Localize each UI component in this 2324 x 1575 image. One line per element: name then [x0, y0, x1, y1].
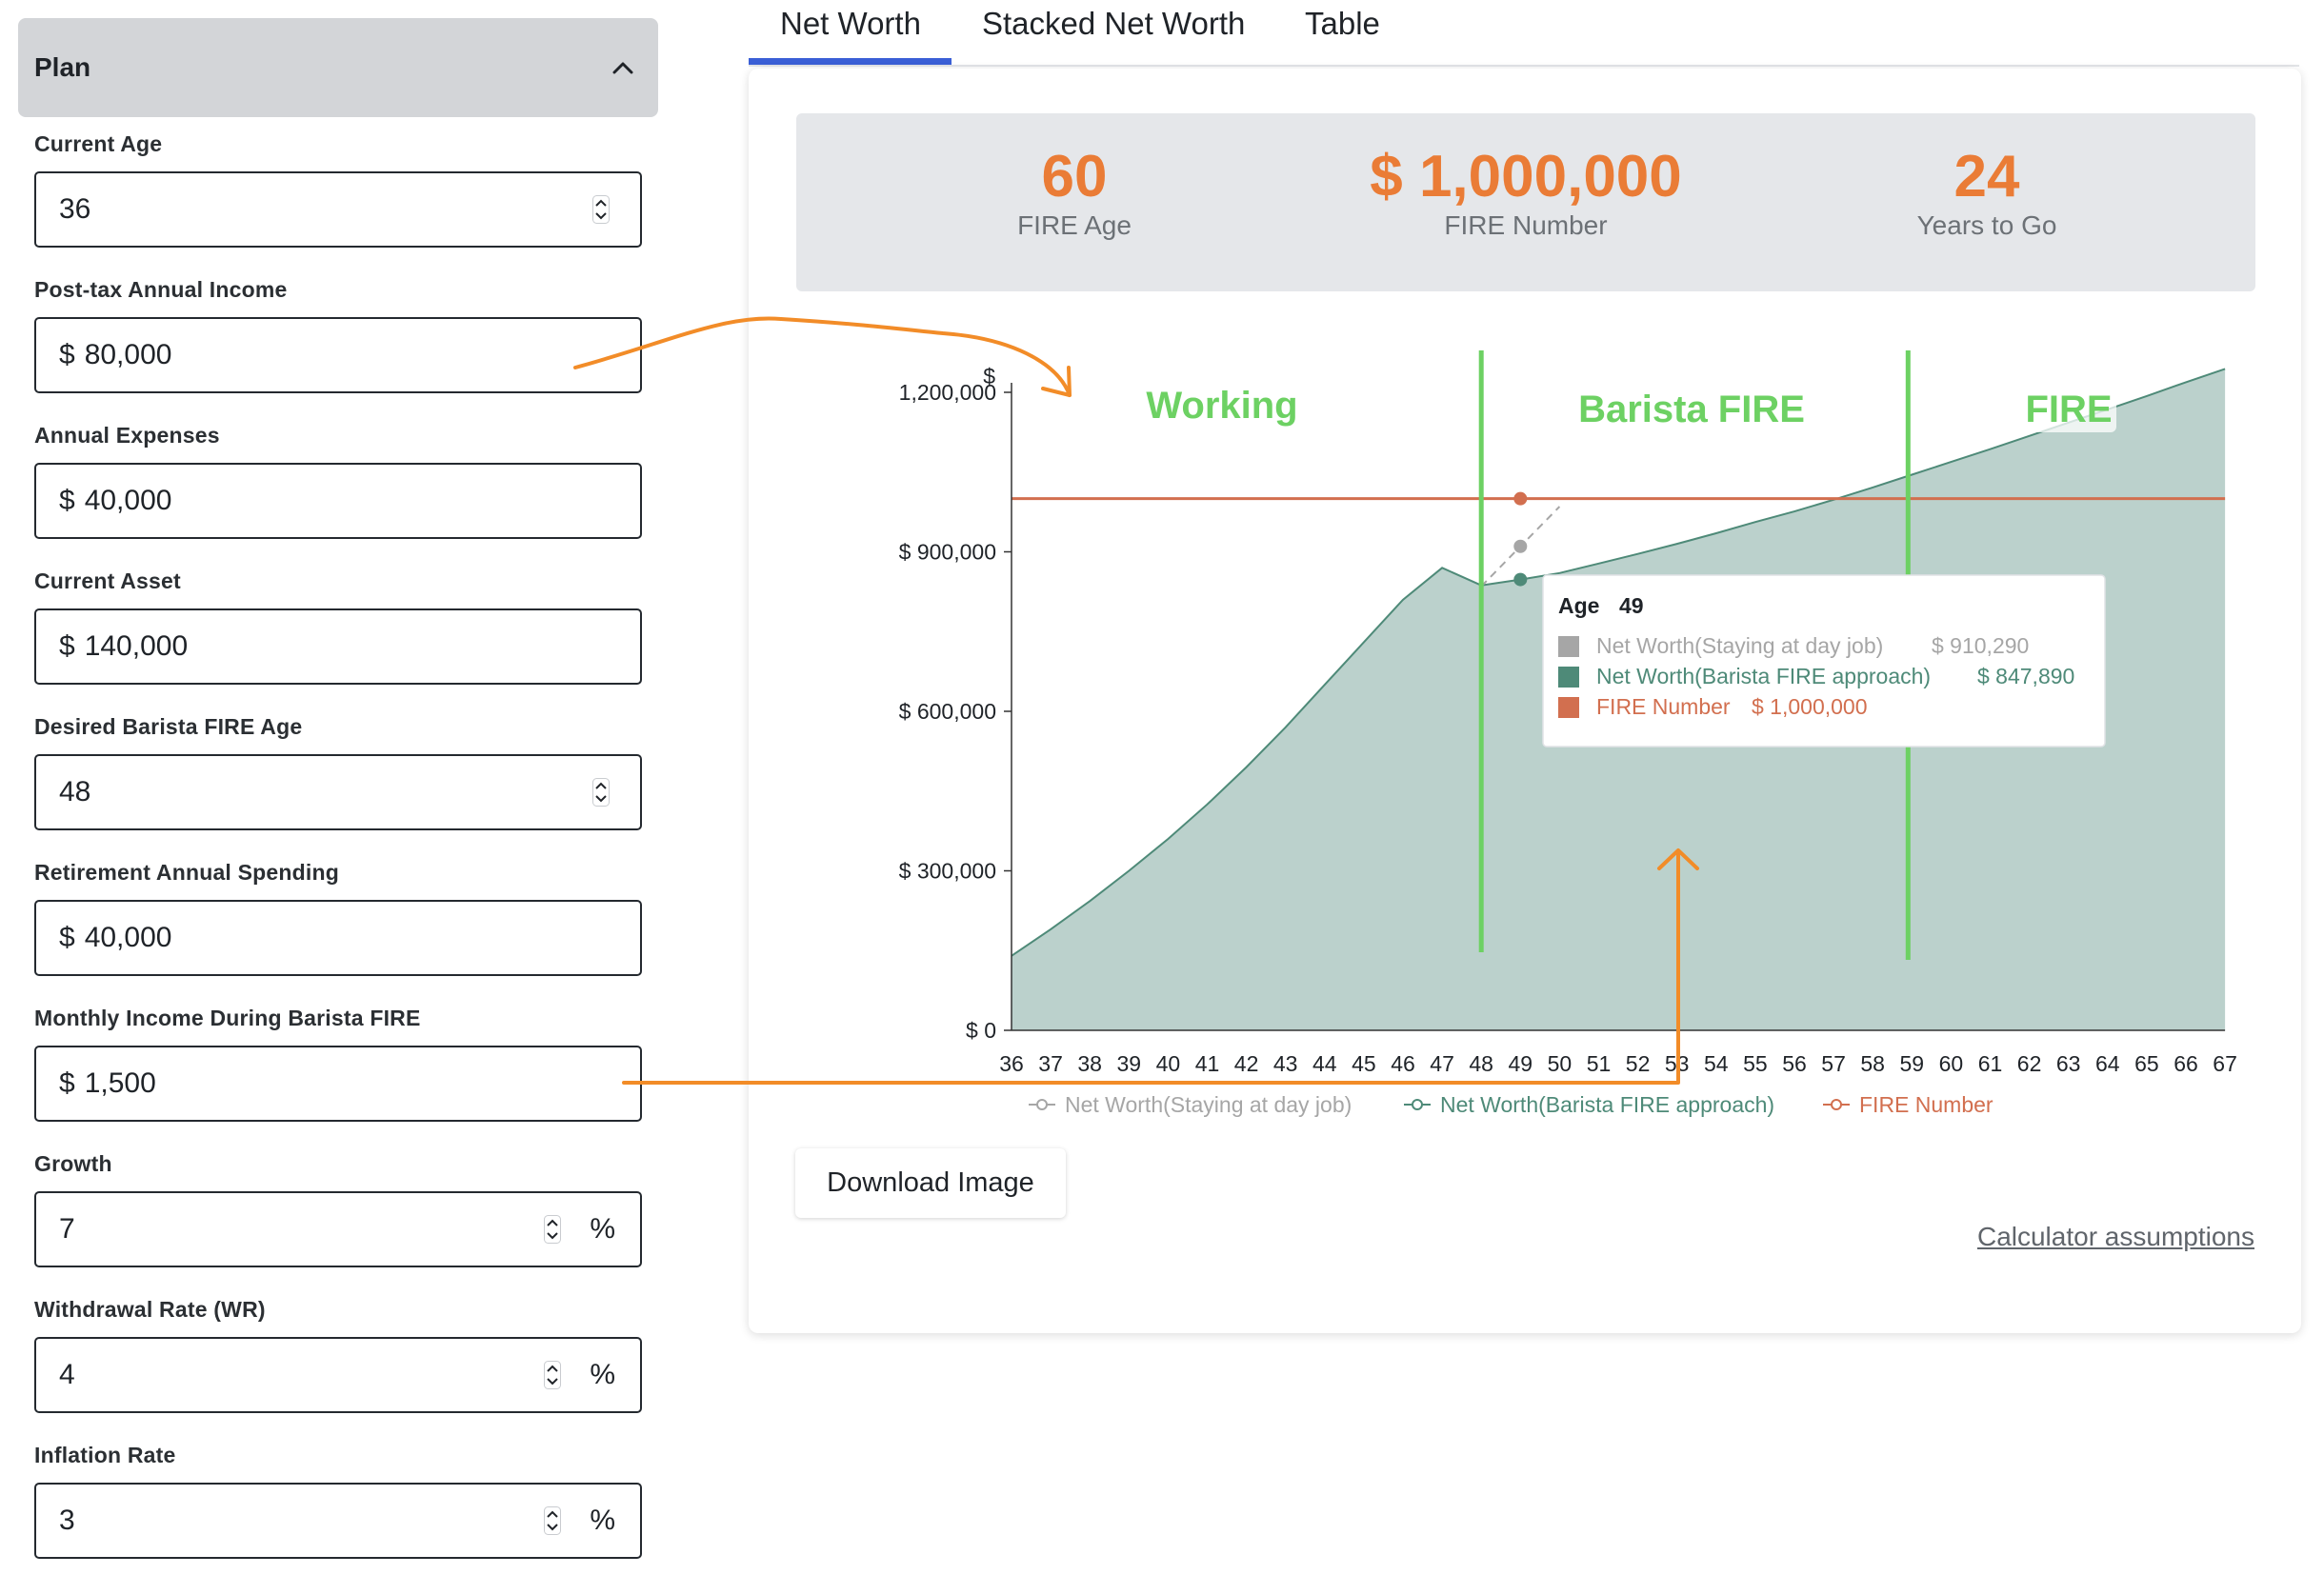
x-tick-label: 37: [1038, 1051, 1063, 1076]
phase-label: FIRE: [2025, 389, 2112, 430]
x-tick-label: 58: [1860, 1051, 1885, 1076]
tooltip-series-name: FIRE Number: [1596, 694, 1731, 719]
x-tick-label: 50: [1548, 1051, 1573, 1076]
net-worth-chart: $1,200,000$ 900,000$ 600,000$ 300,000$ 0…: [573, 316, 2237, 1117]
x-tick-label: 49: [1509, 1051, 1533, 1076]
x-tick-label: 36: [999, 1051, 1024, 1076]
tooltip-swatch: [1558, 636, 1579, 657]
tooltip-series-name: Net Worth(Barista FIRE approach): [1596, 664, 1931, 688]
x-tick-label: 55: [1743, 1051, 1768, 1076]
y-tick-label: $ 300,000: [899, 859, 996, 884]
x-tick-label: 42: [1234, 1051, 1259, 1076]
x-tick-label: 41: [1195, 1051, 1220, 1076]
y-tick-label: 1,200,000: [899, 380, 996, 405]
x-tick-label: 56: [1782, 1051, 1807, 1076]
x-tick-label: 54: [1704, 1051, 1729, 1076]
tooltip-series-value: $ 910,290: [1932, 633, 2029, 658]
legend-item[interactable]: Net Worth(Staying at day job): [1029, 1092, 1352, 1117]
hover-dot-fire-number: [1513, 491, 1528, 506]
x-tick-label: 40: [1156, 1051, 1181, 1076]
y-tick-label: $ 600,000: [899, 699, 996, 724]
x-tick-label: 61: [1978, 1051, 2003, 1076]
x-tick-label: 65: [2134, 1051, 2159, 1076]
x-tick-label: 38: [1077, 1051, 1102, 1076]
legend-label: Net Worth(Staying at day job): [1065, 1092, 1352, 1117]
x-tick-label: 44: [1312, 1051, 1337, 1076]
legend-label: FIRE Number: [1859, 1092, 1993, 1117]
legend-label: Net Worth(Barista FIRE approach): [1440, 1092, 1774, 1117]
x-tick-label: 39: [1117, 1051, 1142, 1076]
tooltip-swatch: [1558, 667, 1579, 688]
hover-dot-barista: [1513, 572, 1528, 587]
tooltip-age: 49: [1619, 593, 1644, 618]
x-tick-label: 62: [2017, 1051, 2042, 1076]
legend-marker-icon: [1036, 1099, 1048, 1110]
legend-item[interactable]: FIRE Number: [1823, 1092, 1993, 1117]
tooltip-title: Age: [1558, 593, 1599, 618]
hover-dot-day-job: [1513, 539, 1528, 553]
y-tick-label: $ 900,000: [899, 540, 996, 565]
x-tick-label: 46: [1391, 1051, 1415, 1076]
tooltip-series-value: $ 847,890: [1977, 664, 2074, 688]
y-tick-label: $ 0: [966, 1018, 996, 1043]
phase-label: Working: [1146, 385, 1297, 427]
chart-tooltip: Age 49 Net Worth(Staying at day job) $ 910,…: [1542, 574, 2106, 748]
x-tick-label: 48: [1469, 1051, 1493, 1076]
x-tick-label: 64: [2095, 1051, 2120, 1076]
x-tick-label: 43: [1273, 1051, 1298, 1076]
x-tick-label: 67: [2213, 1051, 2237, 1076]
x-tick-label: 57: [1821, 1051, 1846, 1076]
x-tick-label: 45: [1352, 1051, 1376, 1076]
legend-item[interactable]: Net Worth(Barista FIRE approach): [1404, 1092, 1774, 1117]
tooltip-series-value: $ 1,000,000: [1752, 694, 1868, 719]
x-tick-label: 59: [1900, 1051, 1925, 1076]
phase-label: Barista FIRE: [1578, 389, 1805, 430]
legend-marker-icon: [1412, 1099, 1423, 1110]
x-tick-label: 66: [2174, 1051, 2198, 1076]
x-tick-label: 47: [1430, 1051, 1454, 1076]
x-tick-label: 60: [1939, 1051, 1964, 1076]
tooltip-swatch: [1558, 697, 1579, 718]
legend-marker-icon: [1831, 1099, 1842, 1110]
tooltip-series-name: Net Worth(Staying at day job): [1596, 633, 1883, 658]
x-tick-label: 52: [1626, 1051, 1651, 1076]
x-tick-label: 51: [1587, 1051, 1612, 1076]
x-tick-label: 63: [2056, 1051, 2081, 1076]
